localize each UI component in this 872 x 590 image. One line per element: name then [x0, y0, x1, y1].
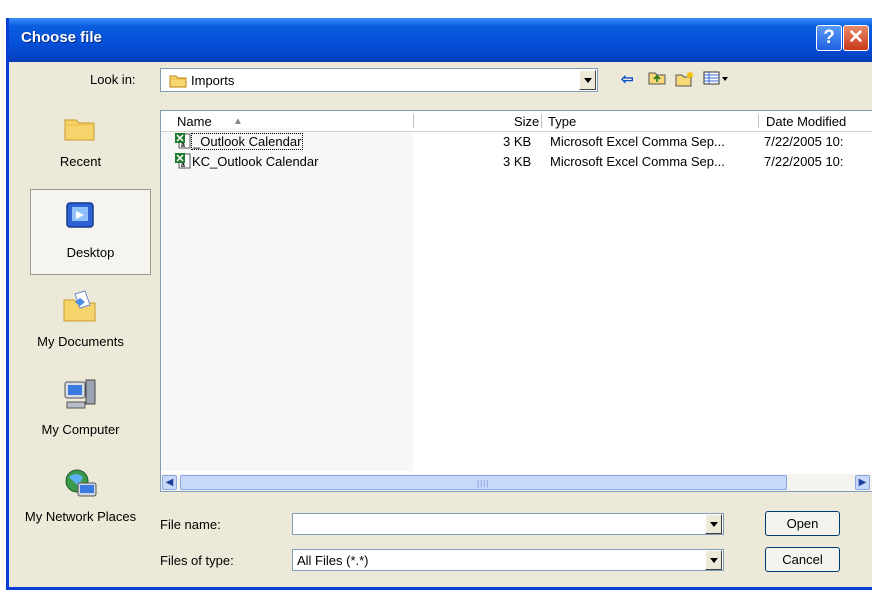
horizontal-scrollbar[interactable]: ◀ |||| ▶ [161, 474, 872, 491]
look-in-select[interactable]: Imports [160, 68, 598, 92]
file-name-dropdown-button[interactable] [705, 514, 722, 534]
file-name: _Outlook Calendar [190, 133, 304, 150]
file-type-dropdown-button[interactable] [705, 550, 722, 570]
file-type-value: All Files (*.*) [297, 553, 369, 568]
places-bar: Recent Desktop My Documents My Computer … [9, 100, 152, 550]
svg-text:a: a [181, 142, 185, 149]
title-bar[interactable]: Choose file ? ✕ [9, 18, 872, 62]
cancel-button[interactable]: Cancel [765, 547, 840, 572]
place-my-computer[interactable]: My Computer [9, 368, 152, 454]
scroll-thumb[interactable]: |||| [180, 475, 787, 490]
col-size[interactable]: Size [514, 114, 539, 129]
name-column-shade [161, 131, 413, 471]
file-type-select[interactable]: All Files (*.*) [292, 549, 724, 571]
scroll-right-button[interactable]: ▶ [855, 475, 870, 490]
look-in-label: Look in: [90, 72, 136, 87]
help-button[interactable]: ? [816, 25, 842, 51]
place-network[interactable]: My Network Places [9, 455, 152, 541]
sort-ascending-icon: ▲ [233, 116, 243, 127]
place-label: My Computer [41, 422, 120, 437]
up-folder-icon[interactable] [648, 70, 666, 86]
excel-csv-icon: a [175, 133, 191, 149]
place-label: My Documents [37, 334, 124, 349]
file-list[interactable]: Name ▲ Size Type Date Modified a _Outloo… [160, 110, 872, 492]
views-menu-icon[interactable] [703, 70, 729, 86]
place-label: Desktop [66, 245, 115, 260]
back-arrow-icon[interactable]: ⇦ [621, 70, 634, 90]
file-name-input[interactable] [292, 513, 724, 535]
col-name[interactable]: Name [177, 114, 212, 129]
col-date[interactable]: Date Modified [766, 114, 846, 129]
place-label: Recent [59, 154, 102, 169]
file-type-label: Files of type: [160, 553, 234, 568]
scroll-left-button[interactable]: ◀ [162, 475, 177, 490]
file-date: 7/22/2005 10: [764, 154, 844, 169]
col-type[interactable]: Type [548, 114, 576, 129]
desktop-icon [66, 202, 94, 228]
place-my-documents[interactable]: My Documents [9, 280, 152, 366]
place-label: My Network Places [24, 509, 137, 524]
column-header: Name ▲ Size Type Date Modified [161, 111, 872, 132]
open-button[interactable]: Open [765, 511, 840, 536]
file-name-label: File name: [160, 517, 221, 532]
dialog-title: Choose file [21, 29, 102, 46]
file-size: 3 KB [503, 154, 532, 169]
place-recent[interactable]: Recent [9, 100, 152, 186]
close-button[interactable]: ✕ [843, 25, 869, 51]
look-in-value: Imports [191, 73, 235, 88]
folder-icon [169, 75, 187, 88]
my-documents-icon [63, 290, 96, 322]
file-size: 3 KB [503, 134, 532, 149]
file-row[interactable]: a _Outlook Calendar 3 KB Microsoft Excel… [161, 132, 872, 152]
new-folder-icon[interactable] [675, 70, 695, 87]
file-type: Microsoft Excel Comma Sep... [550, 134, 725, 149]
file-row[interactable]: a KC_Outlook Calendar 3 KB Microsoft Exc… [161, 152, 872, 172]
place-desktop[interactable]: Desktop [30, 189, 151, 275]
svg-text:a: a [181, 162, 185, 169]
file-type: Microsoft Excel Comma Sep... [550, 154, 725, 169]
file-dialog: Choose file ? ✕ Look in: Imports ⇦ Recen… [6, 18, 872, 590]
network-places-icon [65, 469, 97, 497]
look-in-dropdown-button[interactable] [579, 70, 596, 90]
my-computer-icon [64, 379, 96, 409]
recent-folder-icon [64, 119, 95, 141]
file-name: KC_Outlook Calendar [192, 154, 319, 169]
file-date: 7/22/2005 10: [764, 134, 844, 149]
excel-csv-icon: a [175, 153, 191, 169]
